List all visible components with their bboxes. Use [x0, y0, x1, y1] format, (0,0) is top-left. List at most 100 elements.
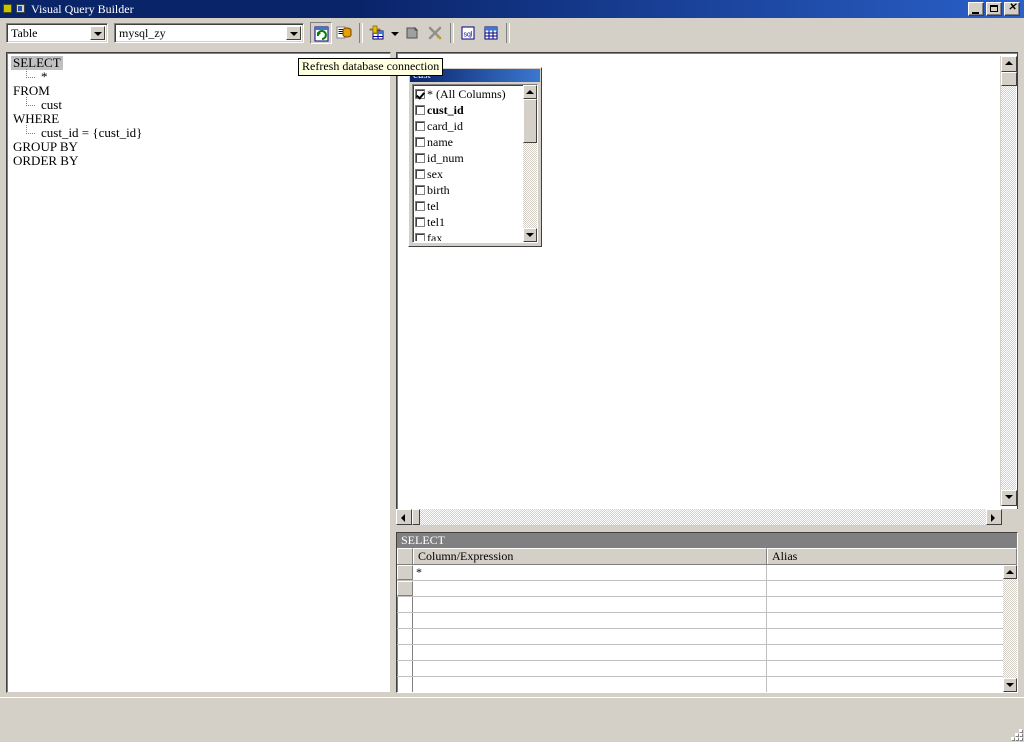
- scroll-up-icon[interactable]: [1001, 56, 1017, 72]
- select-grid-panel[interactable]: SELECT Column/Expression Alias *: [396, 532, 1018, 693]
- grid-cell-alias[interactable]: [767, 597, 1017, 612]
- grid-row[interactable]: *: [397, 565, 1017, 581]
- database-combo[interactable]: mysql_zy: [114, 23, 304, 43]
- table-column-item[interactable]: cust_id: [414, 102, 523, 118]
- resize-grip[interactable]: [1008, 726, 1022, 740]
- scroll-right-icon[interactable]: [986, 509, 1002, 525]
- checkbox-icon[interactable]: [415, 153, 425, 163]
- checkbox-icon[interactable]: [415, 233, 425, 241]
- query-tree-panel[interactable]: SELECT * FROM cust WHERE cust_id = {cust_id} G…: [6, 52, 391, 693]
- grid-row-handle[interactable]: [397, 677, 413, 692]
- edit-connection-button[interactable]: [333, 22, 355, 44]
- table-column-item[interactable]: tel1: [414, 214, 523, 230]
- grid-row-handle[interactable]: [397, 613, 413, 628]
- query-tree-node[interactable]: WHERE: [11, 112, 390, 126]
- grid-view-button[interactable]: [480, 22, 502, 44]
- grid-row[interactable]: [397, 597, 1017, 613]
- table-column-item[interactable]: name: [414, 134, 523, 150]
- table-column-item[interactable]: id_num: [414, 150, 523, 166]
- grid-row[interactable]: [397, 661, 1017, 677]
- checkbox-icon[interactable]: [415, 201, 425, 211]
- scroll-up-icon[interactable]: [1003, 565, 1017, 579]
- grid-row-handle[interactable]: [397, 629, 413, 644]
- grid-row-handle[interactable]: [397, 565, 413, 580]
- grid-row[interactable]: [397, 581, 1017, 597]
- query-tree-node[interactable]: cust_id = {cust_id}: [11, 125, 390, 140]
- remove-table-button[interactable]: [401, 22, 423, 44]
- add-table-button[interactable]: [366, 22, 388, 44]
- grid-cell-column-expression[interactable]: [413, 597, 767, 612]
- table-column-item[interactable]: tel: [414, 198, 523, 214]
- table-column-list-scrollbar[interactable]: [523, 85, 537, 242]
- grid-row-handle[interactable]: [397, 581, 413, 596]
- grid-cell-column-expression[interactable]: [413, 613, 767, 628]
- grid-cell-alias[interactable]: [767, 613, 1017, 628]
- grid-row[interactable]: [397, 645, 1017, 661]
- grid-row[interactable]: [397, 613, 1017, 629]
- grid-cell-alias[interactable]: [767, 629, 1017, 644]
- grid-cell-alias[interactable]: [767, 565, 1017, 580]
- sql-view-button[interactable]: sql: [457, 22, 479, 44]
- checkbox-icon[interactable]: [415, 121, 425, 131]
- grid-cell-alias[interactable]: [767, 677, 1017, 692]
- grid-vertical-scrollbar[interactable]: [1003, 565, 1017, 692]
- delete-button[interactable]: [424, 22, 446, 44]
- checkbox-icon[interactable]: [415, 137, 425, 147]
- query-tree-node[interactable]: GROUP BY: [11, 140, 390, 154]
- query-tree-node[interactable]: FROM: [11, 84, 390, 98]
- table-column-item[interactable]: * (All Columns): [414, 86, 523, 102]
- sql-icon: sql: [461, 26, 475, 40]
- scrollbar-thumb[interactable]: [523, 99, 537, 143]
- grid-cell-alias[interactable]: [767, 645, 1017, 660]
- checkbox-icon[interactable]: [415, 185, 425, 195]
- grid-cell-column-expression[interactable]: *: [413, 565, 767, 580]
- table-column-item[interactable]: fax: [414, 230, 523, 241]
- diagram-horizontal-scrollbar[interactable]: [396, 509, 1002, 525]
- scroll-down-icon[interactable]: [1003, 678, 1017, 692]
- scroll-down-icon[interactable]: [1001, 490, 1017, 506]
- table-column-item[interactable]: birth: [414, 182, 523, 198]
- grid-header-alias[interactable]: Alias: [767, 548, 1017, 564]
- add-table-dropdown[interactable]: [389, 22, 401, 44]
- grid-row-handle[interactable]: [397, 661, 413, 676]
- grid-cell-column-expression[interactable]: [413, 661, 767, 676]
- scrollbar-thumb[interactable]: [412, 509, 420, 525]
- query-tree-node[interactable]: cust: [11, 97, 390, 112]
- scroll-up-icon[interactable]: [523, 85, 537, 99]
- minimize-button[interactable]: [968, 2, 984, 16]
- checkbox-icon[interactable]: [415, 169, 425, 179]
- object-type-combo[interactable]: Table: [6, 23, 108, 43]
- grid-row[interactable]: [397, 629, 1017, 645]
- grid-row-handle[interactable]: [397, 597, 413, 612]
- grid-header-column-expression[interactable]: Column/Expression: [413, 548, 767, 564]
- grid-cell-alias[interactable]: [767, 661, 1017, 676]
- grid-cell-column-expression[interactable]: [413, 581, 767, 596]
- grid-cell-column-expression[interactable]: [413, 645, 767, 660]
- scrollbar-thumb[interactable]: [1001, 72, 1017, 86]
- grid-row[interactable]: [397, 677, 1017, 692]
- checkbox-icon[interactable]: [415, 105, 425, 115]
- grid-row-handle[interactable]: [397, 645, 413, 660]
- chevron-down-icon[interactable]: [286, 26, 301, 40]
- checkbox-checked-icon[interactable]: [415, 89, 425, 99]
- refresh-connection-button[interactable]: [310, 22, 332, 44]
- close-button[interactable]: ✕: [1004, 2, 1020, 16]
- table-box-cust[interactable]: cust * (All Columns)cust_idcard_idnameid…: [408, 67, 542, 247]
- grid-cell-column-expression[interactable]: [413, 677, 767, 692]
- table-column-list[interactable]: * (All Columns) cust_id card_id name id_num s…: [412, 84, 538, 243]
- diagram-vertical-scrollbar[interactable]: [1000, 56, 1017, 506]
- table-column-item[interactable]: sex: [414, 166, 523, 182]
- scroll-down-icon[interactable]: [523, 228, 537, 242]
- checkbox-icon[interactable]: [415, 217, 425, 227]
- grid-cell-column-expression[interactable]: [413, 629, 767, 644]
- query-tree-node[interactable]: ORDER BY: [11, 154, 390, 168]
- chevron-down-icon[interactable]: [90, 26, 105, 40]
- maximize-button[interactable]: [986, 2, 1002, 16]
- table-column-item[interactable]: card_id: [414, 118, 523, 134]
- scroll-left-icon[interactable]: [396, 509, 412, 525]
- table-column-label: cust_id: [427, 103, 464, 117]
- grid-header-corner[interactable]: [397, 548, 413, 564]
- diagram-panel[interactable]: cust * (All Columns)cust_idcard_idnameid…: [396, 52, 1018, 525]
- grid-cell-alias[interactable]: [767, 581, 1017, 596]
- grid-body[interactable]: *: [397, 565, 1017, 692]
